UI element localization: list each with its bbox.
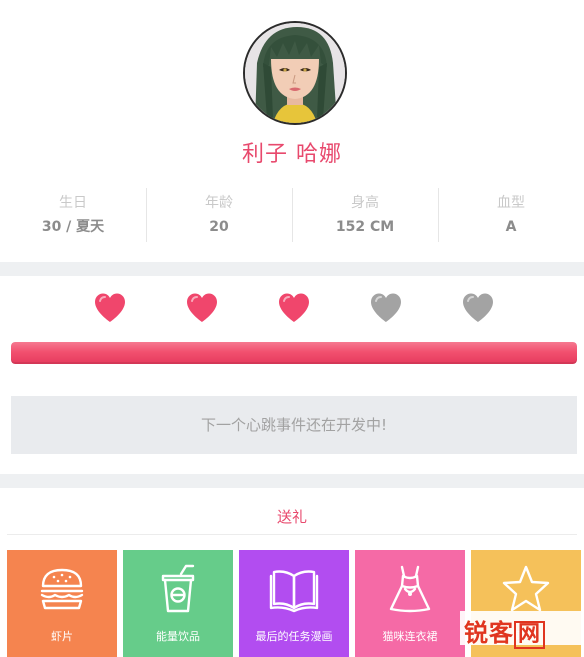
gift-tile-energy-drink[interactable]: 能量饮品 xyxy=(123,550,233,657)
heart-filled-icon xyxy=(187,293,217,322)
gift-section-title: 送礼 xyxy=(276,508,307,526)
stat-age: 年龄 20 xyxy=(146,186,292,244)
stat-label: 生日 xyxy=(59,195,87,211)
avatar xyxy=(243,21,347,125)
character-name: 利子 哈娜 xyxy=(242,142,342,167)
stats-row: 生日 30 / 夏天 年龄 20 身高 152 CM 血型 A xyxy=(0,186,584,244)
stat-value: A xyxy=(505,219,517,235)
gift-tile-shrimp-chips[interactable]: 虾片 xyxy=(7,550,117,657)
gift-label: 猫咪连衣裙 xyxy=(382,630,438,643)
gift-label: 雕像 xyxy=(515,630,537,643)
stat-label: 身高 xyxy=(351,195,379,211)
stat-label: 血型 xyxy=(497,195,525,211)
stat-height: 身高 152 CM xyxy=(292,186,438,244)
stat-value: 20 xyxy=(209,219,229,235)
open-book-icon xyxy=(269,570,319,613)
burger-icon xyxy=(40,568,84,610)
heartbeat-event-notice: 下一个心跳事件还在开发中! xyxy=(11,396,577,454)
gift-label: 最后的任务漫画 xyxy=(255,630,333,643)
gift-tile-statue[interactable]: 雕像 xyxy=(471,550,581,657)
heart-empty-icon xyxy=(371,293,401,322)
stat-value: 152 CM xyxy=(335,219,395,235)
affection-meter xyxy=(11,342,577,364)
affection-hearts xyxy=(0,292,584,326)
gift-tile-last-mission-comic[interactable]: 最后的任务漫画 xyxy=(239,550,349,657)
character-profile-page: 利子 哈娜 生日 30 / 夏天 年龄 20 身高 152 CM 血型 A 下一… xyxy=(0,0,584,657)
divider xyxy=(7,534,577,535)
gift-tile-cat-dress[interactable]: 猫咪连衣裙 xyxy=(355,550,465,657)
affection-meter-fill xyxy=(11,342,577,364)
avatar-portrait-image xyxy=(245,23,345,123)
gift-label: 虾片 xyxy=(51,630,73,643)
section-separator xyxy=(0,474,584,488)
heart-filled-icon xyxy=(279,293,309,322)
stat-birthday: 生日 30 / 夏天 xyxy=(0,186,146,244)
stat-blood-type: 血型 A xyxy=(438,186,584,244)
stat-label: 年龄 xyxy=(205,195,233,211)
affection-panel: 下一个心跳事件还在开发中! xyxy=(0,276,584,474)
stat-value: 30 / 夏天 xyxy=(41,219,105,235)
star-icon xyxy=(502,565,550,612)
profile-section: 利子 哈娜 生日 30 / 夏天 年龄 20 身高 152 CM 血型 A xyxy=(0,0,584,262)
heart-empty-icon xyxy=(463,293,493,322)
gift-section: 送礼 虾片 能量饮品 最后的任务漫画 猫咪连衣裙 雕像 xyxy=(0,488,584,657)
section-separator xyxy=(0,262,584,276)
gift-label: 能量饮品 xyxy=(156,630,200,643)
dress-icon xyxy=(389,565,431,613)
heart-filled-icon xyxy=(95,293,125,322)
drink-cup-icon xyxy=(161,564,195,613)
